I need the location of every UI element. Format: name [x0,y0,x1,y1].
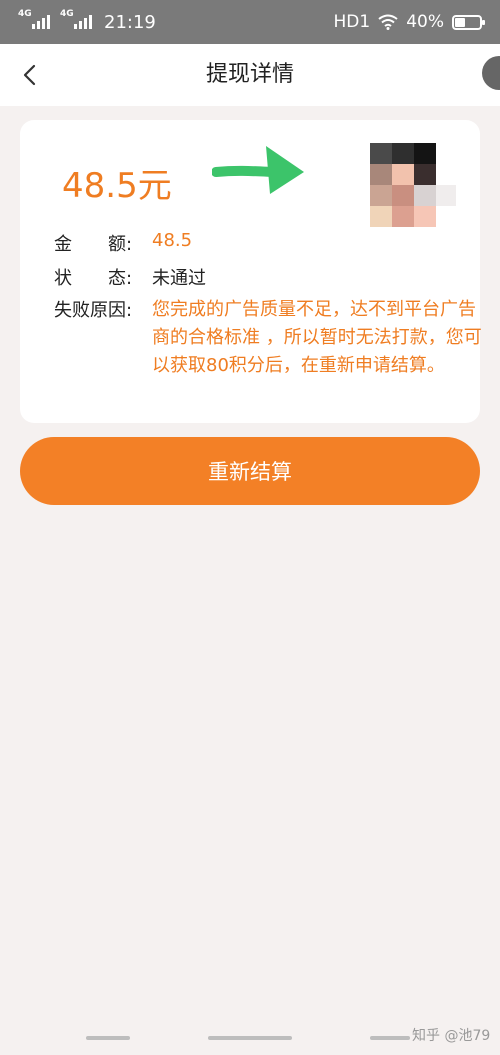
hd-indicator: HD1 [333,12,371,32]
status-label: 状 态: [54,268,133,289]
clock: 21:19 [104,11,156,33]
reason-row: 失败原因: 您完成的广告质量不足，达不到平台广告商的合格标准 ，所以暂时无法打款… [54,296,490,380]
blurred-avatar [370,143,456,227]
battery-icon [452,14,485,30]
page-title: 提现详情 [205,62,294,87]
amount-value: 48.5 [152,230,193,251]
battery-percent: 40% [406,12,444,32]
amount-row: 金 额: 48.5 [54,230,192,256]
green-arrow-icon [212,146,304,194]
nav-indicator-left[interactable] [86,1036,130,1040]
signal-icon-1: 4G [18,9,50,29]
amount-label: 金 额: [54,234,133,255]
reason-label: 失败原因: [54,300,133,321]
reason-value: 您完成的广告质量不足，达不到平台广告商的合格标准 ，所以暂时无法打款，您可以获取… [152,299,482,376]
status-value: 未通过 [152,268,206,289]
wifi-icon [378,14,398,30]
status-bar: 4G 4G 21:19 HD1 40% [0,0,500,44]
watermark: 知乎 @池79 [412,1028,491,1044]
network-type-1: 4G [18,9,32,19]
nav-indicator-center[interactable] [208,1036,292,1040]
nav-indicator-right[interactable] [370,1036,410,1040]
amount-display: 48.5元 [62,166,172,206]
signal-icon-2: 4G [60,9,92,29]
withdrawal-detail-card: 48.5元 金 额: 48.5 状 态: 未通过 失败原因: 您完成的广告质量不… [20,120,482,423]
status-row: 状 态: 未通过 [54,264,206,290]
network-type-2: 4G [60,9,74,19]
resettle-button[interactable]: 重新结算 [20,437,480,505]
nav-bar: 提现详情 [0,44,500,106]
